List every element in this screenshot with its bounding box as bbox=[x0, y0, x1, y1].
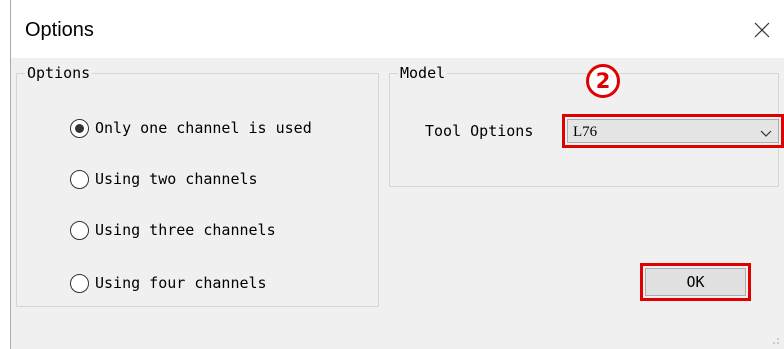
tool-options-label: Tool Options bbox=[425, 122, 534, 140]
step-badge-number: 2 bbox=[595, 68, 611, 93]
title-bar: Options bbox=[11, 0, 784, 58]
radio-one-channel[interactable]: Only one channel is used bbox=[70, 117, 312, 139]
step-badge: 2 bbox=[586, 64, 620, 98]
close-button[interactable] bbox=[742, 10, 782, 50]
radio-button[interactable] bbox=[70, 273, 89, 293]
radio-three-channels[interactable]: Using three channels bbox=[70, 219, 276, 241]
tool-options-select[interactable]: L76 bbox=[567, 119, 779, 143]
window-title: Options bbox=[25, 19, 94, 41]
chevron-down-icon bbox=[760, 130, 772, 137]
ok-highlight-frame: OK bbox=[640, 263, 751, 301]
radio-two-channels[interactable]: Using two channels bbox=[70, 168, 258, 190]
radio-dot bbox=[75, 123, 84, 133]
radio-four-channels[interactable]: Using four channels bbox=[70, 272, 267, 294]
close-icon bbox=[754, 22, 770, 38]
ok-button[interactable]: OK bbox=[645, 268, 746, 296]
radio-button-selected[interactable] bbox=[70, 118, 89, 138]
resize-grip-icon[interactable] bbox=[768, 333, 780, 345]
background-edge bbox=[0, 0, 10, 349]
options-dialog: Options Options Only one channel is used… bbox=[10, 0, 784, 349]
radio-label: Using three channels bbox=[95, 221, 276, 239]
options-group-legend: Options bbox=[25, 63, 93, 83]
radio-label: Using four channels bbox=[95, 274, 267, 292]
model-group-legend: Model bbox=[398, 63, 448, 83]
radio-button[interactable] bbox=[70, 220, 89, 240]
options-groupbox: Options Only one channel is used Using t… bbox=[16, 63, 379, 307]
radio-label: Using two channels bbox=[95, 170, 258, 188]
radio-button[interactable] bbox=[70, 169, 89, 189]
radio-label: Only one channel is used bbox=[95, 119, 312, 137]
tool-options-value: L76 bbox=[573, 124, 598, 140]
select-highlight-frame: L76 bbox=[562, 114, 784, 148]
